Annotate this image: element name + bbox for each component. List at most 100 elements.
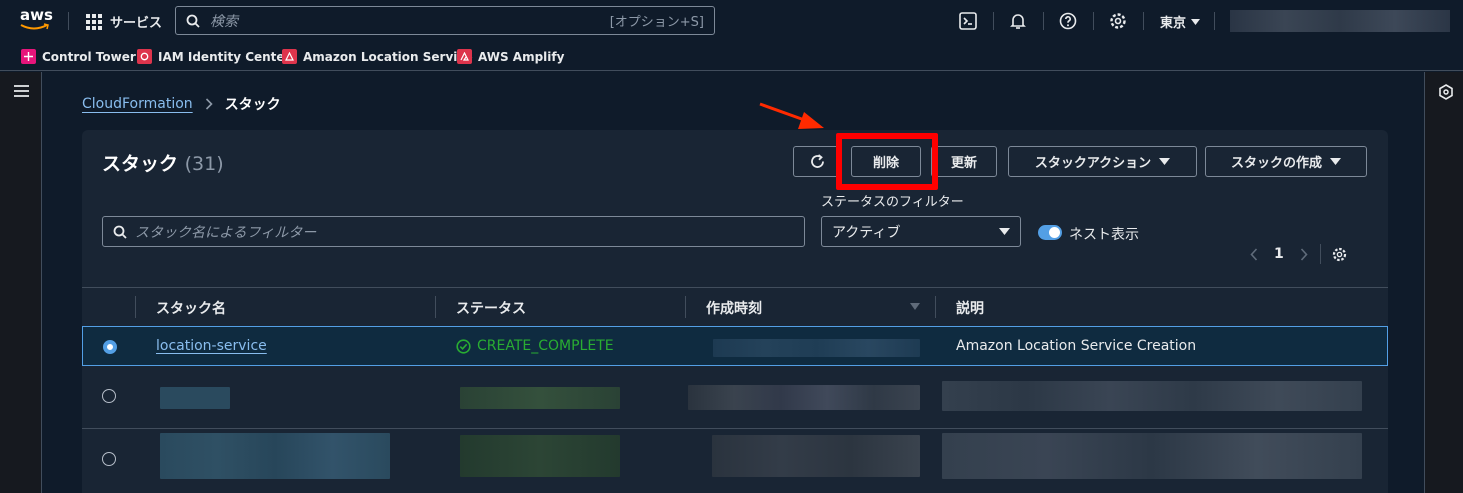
breadcrumb-cloudformation[interactable]: CloudFormation: [82, 96, 193, 112]
table-row[interactable]: [82, 367, 1388, 428]
column-header-status[interactable]: ステータス: [456, 298, 526, 318]
create-stack-label: スタックの作成: [1230, 156, 1322, 171]
region-selector[interactable]: 東京: [1160, 12, 1201, 31]
aws-logo[interactable]: aws: [20, 8, 54, 32]
services-menu[interactable]: サービス: [86, 12, 162, 31]
create-stack-button[interactable]: スタックの作成: [1205, 146, 1367, 177]
column-divider: [935, 296, 936, 318]
settings-icon[interactable]: [1108, 11, 1128, 31]
redacted-description: [942, 381, 1362, 411]
stack-status: CREATE_COMPLETE: [456, 338, 614, 354]
right-rail: [1424, 72, 1463, 493]
favorite-control-tower[interactable]: Control Tower: [21, 49, 136, 64]
table-row[interactable]: [82, 429, 1388, 493]
refresh-icon: [810, 154, 824, 168]
redacted-created-time: [688, 385, 920, 410]
annotation-arrow-icon: [759, 102, 824, 129]
update-button[interactable]: 更新: [931, 146, 997, 177]
redacted-created-time: [712, 435, 920, 477]
page-number[interactable]: 1: [1274, 246, 1284, 262]
nested-view-toggle[interactable]: [1038, 225, 1062, 240]
caret-down-icon: [1159, 158, 1171, 165]
nested-view-label: ネスト表示: [1069, 227, 1139, 243]
account-menu-redacted[interactable]: [1230, 10, 1450, 32]
services-label: サービス: [110, 16, 163, 31]
menu-icon[interactable]: [14, 85, 29, 97]
refresh-button[interactable]: [793, 146, 841, 177]
status-filter-label: ステータスのフィルター: [821, 195, 964, 210]
table-header: スタック名 ステータス 作成時刻 説明: [82, 287, 1388, 325]
top-navigation: aws サービス 検索 [オプション+S] 東京: [0, 0, 1463, 41]
row-radio[interactable]: [102, 389, 116, 403]
favorites-bar: Control Tower IAM Identity Center Amazon…: [0, 41, 1463, 71]
status-text: CREATE_COMPLETE: [477, 338, 614, 354]
nav-divider: [1214, 12, 1215, 30]
nav-divider: [1143, 12, 1144, 30]
redacted-status: [460, 387, 620, 409]
column-header-created[interactable]: 作成時刻: [706, 298, 762, 318]
favorite-label: AWS Amplify: [478, 49, 565, 64]
nav-divider: [68, 12, 69, 30]
global-search[interactable]: 検索 [オプション+S]: [175, 6, 715, 35]
panel-title: スタック (31): [102, 149, 224, 176]
panel-title-text: スタック: [102, 153, 179, 175]
highlight-box: [836, 133, 938, 190]
filter-placeholder: スタック名によるフィルター: [135, 224, 317, 241]
nav-divider: [993, 12, 994, 30]
table-row[interactable]: location-service CREATE_COMPLETE Amazon …: [82, 326, 1388, 366]
left-rail: [0, 72, 42, 493]
favorite-aws-amplify[interactable]: AWS Amplify: [457, 49, 564, 64]
nav-divider: [1093, 12, 1094, 30]
search-shortcut: [オプション+S]: [609, 15, 704, 30]
redacted-status: [460, 435, 620, 477]
stack-actions-label: スタックアクション: [1034, 156, 1152, 171]
cloudshell-icon[interactable]: [958, 11, 978, 31]
logo-text: aws: [20, 6, 53, 24]
settings-icon[interactable]: [1331, 246, 1348, 263]
column-divider: [135, 296, 136, 318]
search-placeholder: 検索: [210, 13, 238, 30]
region-label: 東京: [1160, 16, 1187, 31]
stack-count: (31): [184, 153, 224, 175]
search-icon: [186, 14, 200, 28]
stack-name-filter[interactable]: スタック名によるフィルター: [102, 216, 805, 247]
redacted-created-time: [713, 339, 920, 357]
column-divider: [435, 296, 436, 318]
favorite-amazon-location-service[interactable]: Amazon Location Service: [282, 49, 473, 64]
search-icon: [113, 225, 127, 239]
favorite-label: Amazon Location Service: [303, 49, 473, 64]
favorite-iam-identity-center[interactable]: IAM Identity Center: [137, 49, 290, 64]
pager-divider: [1319, 244, 1321, 264]
row-radio[interactable]: [102, 452, 116, 466]
stack-actions-button[interactable]: スタックアクション: [1008, 146, 1197, 177]
status-filter-select[interactable]: アクティブ: [821, 216, 1021, 247]
location-service-icon: [282, 49, 297, 64]
column-header-description[interactable]: 説明: [956, 298, 984, 318]
control-tower-icon: [21, 49, 36, 64]
stack-description: Amazon Location Service Creation: [956, 338, 1197, 354]
stack-name-link[interactable]: location-service: [156, 338, 267, 354]
sort-descending-icon[interactable]: [910, 303, 920, 310]
amplify-icon: [457, 49, 472, 64]
success-check-icon: [456, 338, 471, 354]
breadcrumb: CloudFormation スタック: [82, 94, 281, 114]
chevron-right-icon: [205, 98, 213, 110]
row-radio-selected[interactable]: [103, 340, 117, 354]
caret-down-icon: [1191, 18, 1201, 25]
caret-down-icon: [1330, 158, 1341, 165]
status-filter-value: アクティブ: [832, 224, 901, 241]
favorite-label: Control Tower: [42, 49, 136, 64]
redacted-stack-name: [160, 387, 230, 409]
help-icon[interactable]: [1058, 11, 1078, 31]
chevron-left-icon[interactable]: [1250, 247, 1258, 261]
smile-icon: [20, 23, 49, 30]
favorite-label: IAM Identity Center: [158, 49, 291, 64]
chevron-right-icon[interactable]: [1300, 247, 1308, 261]
redacted-description: [942, 433, 1362, 479]
column-divider: [685, 296, 686, 318]
notifications-icon[interactable]: [1008, 11, 1028, 31]
grid-icon: [86, 13, 102, 30]
caret-down-icon: [999, 228, 1010, 235]
tools-panel-icon[interactable]: [1438, 84, 1454, 100]
column-header-stack-name[interactable]: スタック名: [156, 298, 226, 318]
